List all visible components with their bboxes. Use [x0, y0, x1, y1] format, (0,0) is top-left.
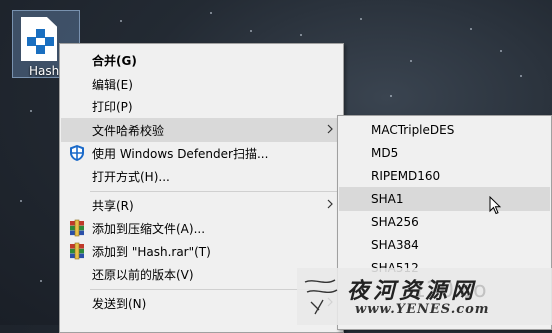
watermark-title: 夜河资源网 [347, 278, 478, 304]
desktop-file-label: Hash [29, 64, 60, 78]
winrar-icon [68, 242, 86, 260]
submenu-item-sha1[interactable]: SHA1 [339, 187, 550, 211]
chevron-right-icon [327, 199, 333, 209]
watermark: 120.co 夜河资源网 www.YENES.com [297, 268, 552, 325]
mouse-cursor-icon [489, 195, 502, 219]
menu-item-share[interactable]: 共享(R) [61, 193, 342, 217]
menu-item-open-with[interactable]: 打开方式(H)... [61, 164, 342, 188]
watermark-ornament-icon [304, 279, 338, 315]
menu-item-defender-scan[interactable]: 使用 Windows Defender扫描... [61, 141, 342, 165]
hash-cubes-icon [27, 29, 55, 55]
submenu-item-mactripledes[interactable]: MACTripleDES [339, 118, 550, 142]
chevron-right-icon [327, 124, 333, 134]
menu-separator [90, 191, 341, 192]
menu-item-add-to-archive[interactable]: 添加到压缩文件(A)... [61, 216, 342, 240]
menu-item-edit[interactable]: 编辑(E) [61, 72, 342, 96]
windows-defender-shield-icon [68, 144, 86, 162]
menu-item-print[interactable]: 打印(P) [61, 94, 342, 118]
menu-item-file-hash[interactable]: 文件哈希校验 [61, 118, 342, 142]
winrar-icon [68, 219, 86, 237]
submenu-item-sha384[interactable]: SHA384 [339, 233, 550, 257]
menu-item-add-to-hash-rar[interactable]: 添加到 "Hash.rar"(T) [61, 239, 342, 263]
menu-item-merge[interactable]: 合并(G) [61, 48, 342, 72]
submenu-item-md5[interactable]: MD5 [339, 141, 550, 165]
watermark-url: www.YENES.com [355, 302, 490, 317]
submenu-item-sha256[interactable]: SHA256 [339, 210, 550, 234]
submenu-item-ripemd160[interactable]: RIPEMD160 [339, 164, 550, 188]
